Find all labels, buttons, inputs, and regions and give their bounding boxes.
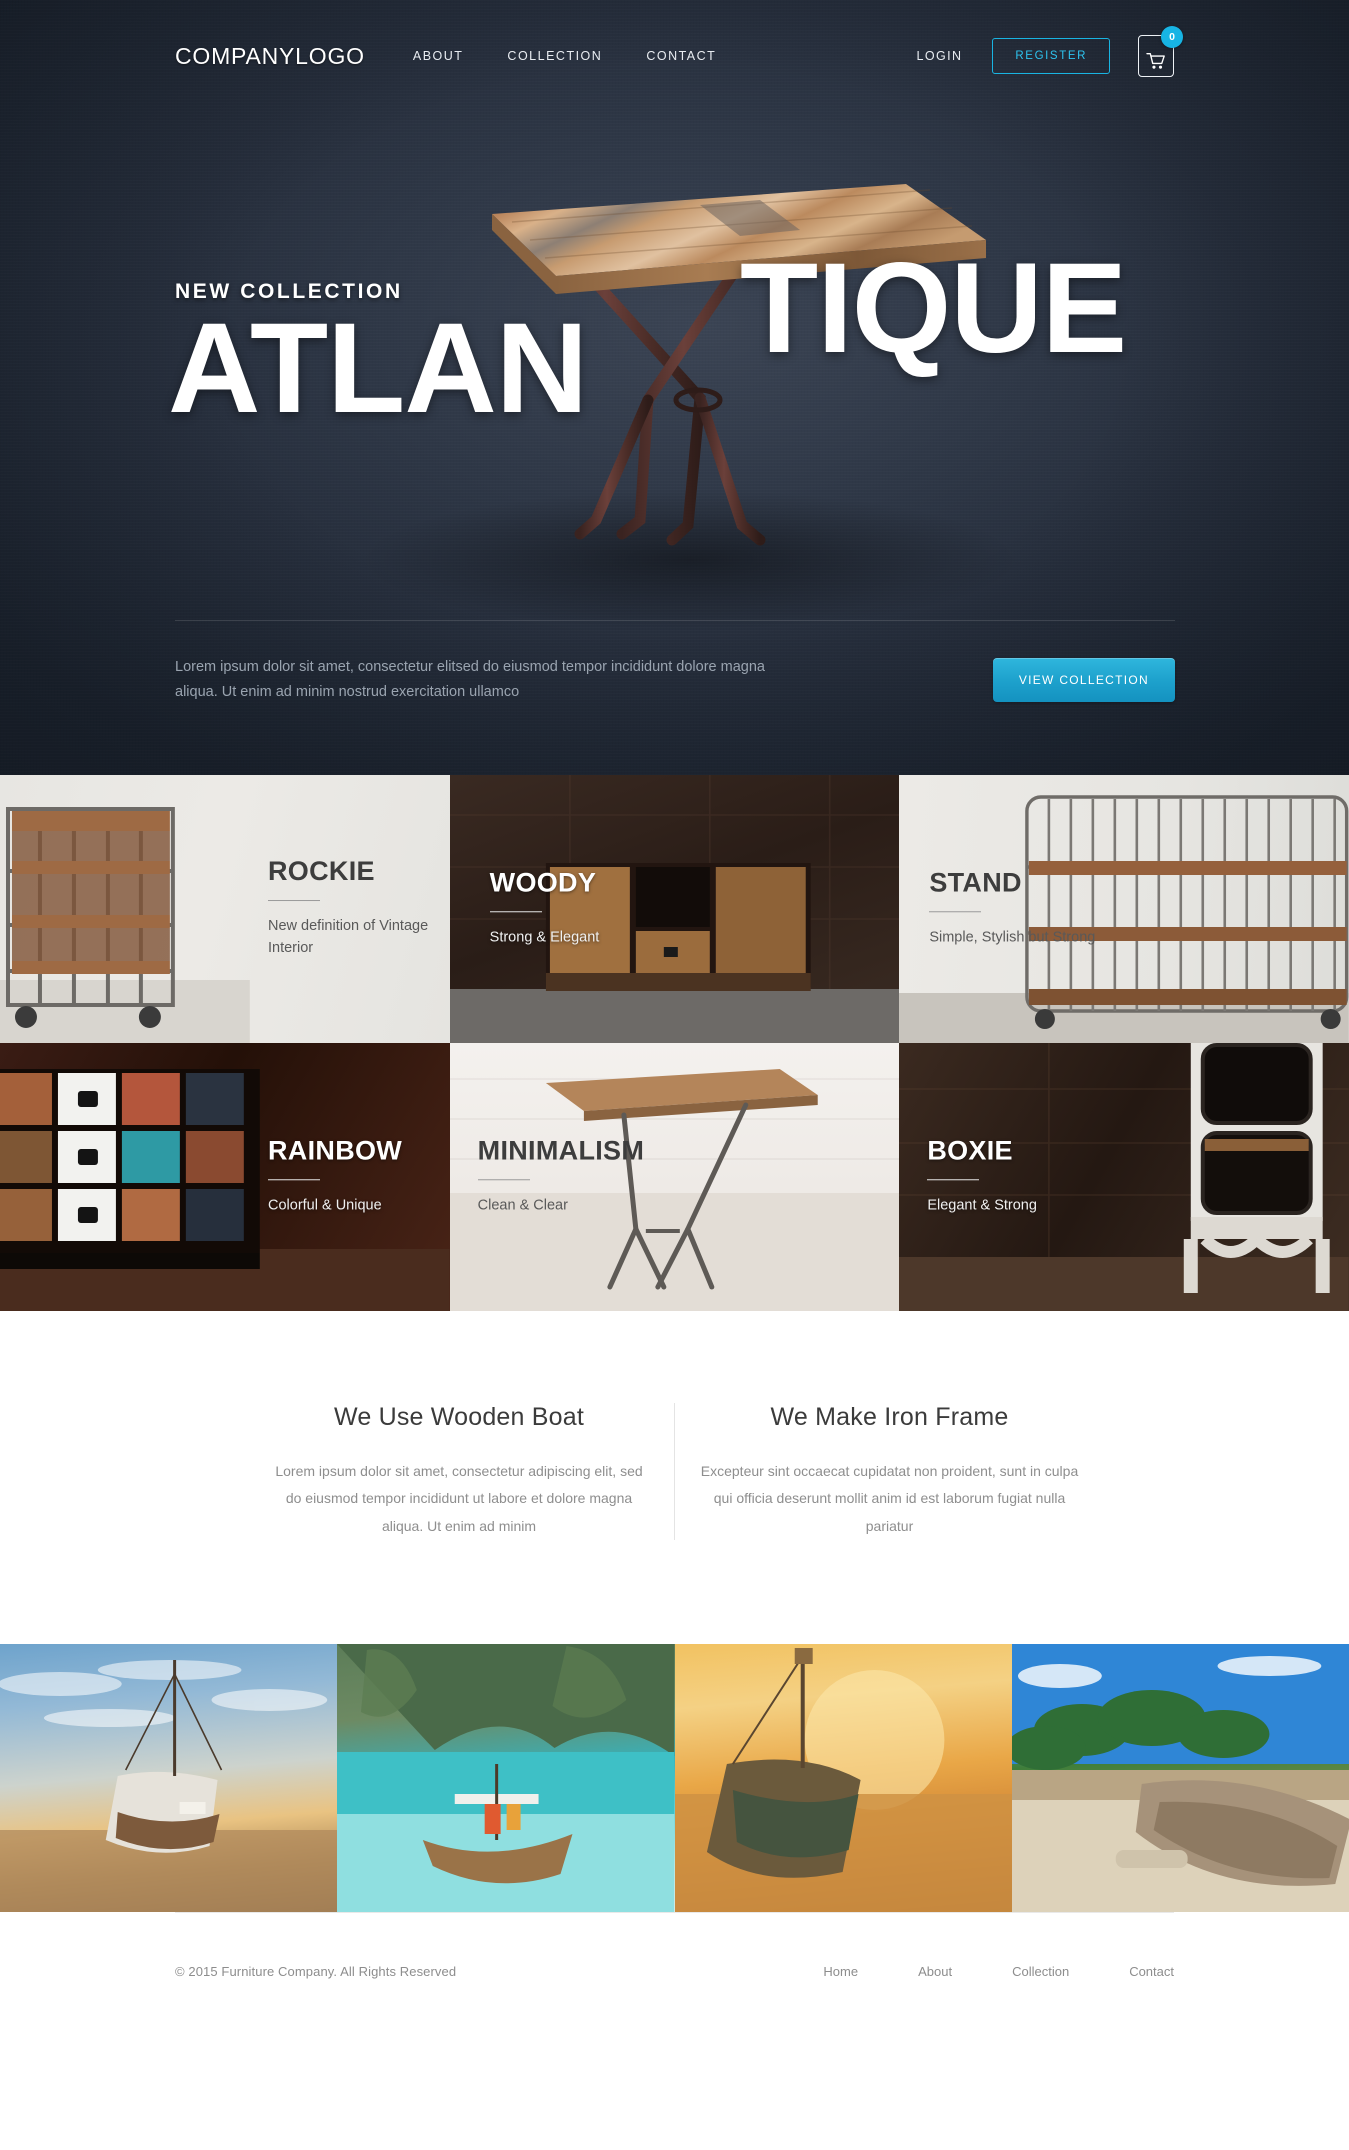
gallery-image-3[interactable] — [674, 1643, 1012, 1912]
product-card-minimalism[interactable]: MINIMALISM Clean & Clear — [449, 1043, 900, 1311]
feature-iron-frame: We Make Iron Frame Excepteur sint occaec… — [675, 1403, 1105, 1540]
hero-eyebrow-wrap: NEW COLLECTION — [175, 280, 403, 310]
shopping-cart-icon — [1146, 52, 1165, 69]
product-rule — [268, 900, 320, 902]
product-card-rockie[interactable]: ROCKIE New definition of Vintage Interio… — [0, 775, 450, 1043]
hero-eyebrow: NEW COLLECTION — [175, 280, 403, 303]
product-info-woody: WOODY Strong & Elegant — [489, 867, 600, 948]
nav-item-about[interactable]: ABOUT — [413, 49, 464, 63]
site-header: COMPANYLOGO ABOUT COLLECTION CONTACT LOG… — [0, 0, 1349, 112]
cart-widget[interactable]: 0 — [1138, 26, 1183, 77]
register-button[interactable]: REGISTER — [992, 38, 1110, 74]
feature-text: Excepteur sint occaecat cupidatat non pr… — [700, 1463, 1079, 1534]
product-rule — [268, 1179, 320, 1181]
nav-item-collection[interactable]: COLLECTION — [507, 49, 602, 63]
footer-inner: © 2015 Furniture Company. All Rights Res… — [175, 1913, 1174, 2031]
feature-title: We Use Wooden Boat — [333, 1403, 585, 1431]
product-rule — [477, 1179, 530, 1181]
product-card-rainbow[interactable]: RAINBOW Colorful & Unique — [0, 1043, 450, 1311]
main-navigation: ABOUT COLLECTION CONTACT — [413, 49, 760, 63]
feature-text: Lorem ipsum dolor sit amet, consectetur … — [275, 1463, 643, 1534]
product-rule — [929, 911, 982, 913]
footer-link-contact[interactable]: Contact — [1129, 1964, 1174, 1979]
product-card-woody[interactable]: WOODY Strong & Elegant — [449, 775, 900, 1043]
product-info-rockie: ROCKIE New definition of Vintage Interio… — [268, 858, 450, 960]
page-root: COMPANYLOGO ABOUT COLLECTION CONTACT LOG… — [0, 0, 1349, 2031]
product-tagline: Strong & Elegant — [489, 929, 600, 946]
footer-link-home[interactable]: Home — [823, 1964, 858, 1979]
header-actions: LOGIN REGISTER 0 — [917, 26, 1183, 77]
product-name: BOXIE — [927, 1135, 1013, 1166]
product-info-boxie: BOXIE Elegant & Strong — [927, 1137, 1037, 1216]
product-name: RAINBOW — [268, 1135, 403, 1166]
footer-navigation: Home About Collection Contact — [763, 1964, 1174, 1979]
product-info-stand: STAND Simple, Stylish but Strong — [929, 869, 1095, 948]
hero-title-part-a: ATLAN — [168, 297, 588, 440]
product-tagline: New definition of Vintage Interior — [268, 918, 429, 957]
hero-section: COMPANYLOGO ABOUT COLLECTION CONTACT LOG… — [0, 0, 1349, 775]
product-grid: ROCKIE New definition of Vintage Interio… — [0, 775, 1349, 1311]
cart-count-badge: 0 — [1161, 26, 1183, 48]
product-name: ROCKIE — [268, 856, 375, 887]
gallery-image-4[interactable] — [1011, 1643, 1349, 1912]
gallery-image-1[interactable] — [0, 1643, 338, 1912]
product-name: STAND — [929, 867, 1022, 898]
feature-wooden-boat: We Use Wooden Boat Lorem ipsum dolor sit… — [245, 1403, 675, 1540]
feature-title: We Make Iron Frame — [770, 1403, 1009, 1431]
site-logo[interactable]: COMPANYLOGO — [175, 43, 365, 70]
product-tagline: Simple, Stylish but Strong — [929, 929, 1096, 946]
site-footer: © 2015 Furniture Company. All Rights Res… — [0, 1911, 1349, 2031]
copyright-text: © 2015 Furniture Company. All Rights Res… — [175, 1964, 457, 1980]
product-rule — [927, 1179, 980, 1181]
hero-paragraph: Lorem ipsum dolor sit amet, consectetur … — [175, 659, 765, 701]
hero-footer-row: Lorem ipsum dolor sit amet, consectetur … — [175, 655, 1175, 706]
product-tagline: Colorful & Unique — [268, 1197, 382, 1214]
hero-title-part-b: TIQUE — [740, 237, 1127, 380]
features-section: We Use Wooden Boat Lorem ipsum dolor sit… — [0, 1311, 1349, 1644]
product-info-minimalism: MINIMALISM Clean & Clear — [477, 1135, 645, 1216]
login-link[interactable]: LOGIN — [917, 49, 963, 63]
product-tagline: Clean & Clear — [477, 1197, 568, 1214]
hero-divider — [175, 620, 1175, 621]
product-name: WOODY — [489, 867, 597, 898]
nav-item-contact[interactable]: CONTACT — [646, 49, 716, 63]
product-rule — [489, 911, 542, 913]
product-tagline: Elegant & Strong — [927, 1197, 1037, 1214]
footer-link-about[interactable]: About — [918, 1964, 952, 1979]
product-info-rainbow: RAINBOW Colorful & Unique — [268, 1137, 402, 1216]
photo-gallery — [0, 1643, 1349, 1912]
product-card-boxie[interactable]: BOXIE Elegant & Strong — [899, 1043, 1349, 1311]
gallery-image-2[interactable] — [337, 1643, 675, 1912]
view-collection-button[interactable]: VIEW COLLECTION — [992, 658, 1175, 703]
product-name: MINIMALISM — [477, 1135, 645, 1166]
product-card-stand[interactable]: STAND Simple, Stylish but Strong — [899, 775, 1349, 1043]
footer-link-collection[interactable]: Collection — [1012, 1964, 1069, 1979]
